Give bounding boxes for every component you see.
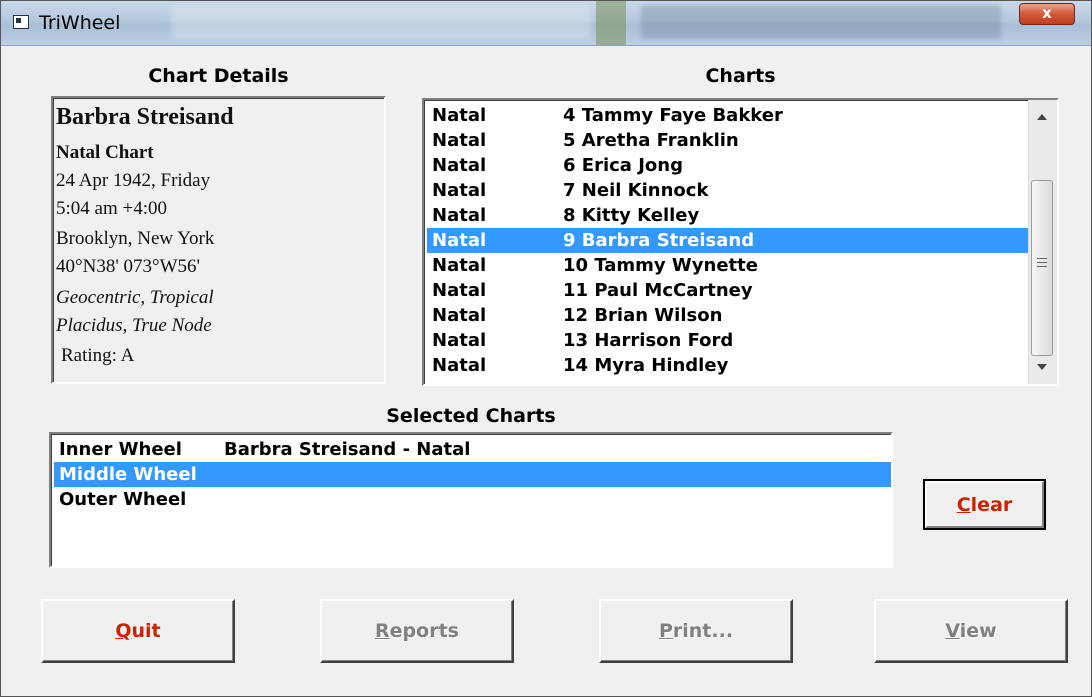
chart-item-type: Natal xyxy=(432,280,487,301)
quit-button[interactable]: Quit xyxy=(41,599,235,663)
title-bar-background-blur xyxy=(171,5,591,39)
close-button[interactable]: x xyxy=(1019,3,1075,25)
chart-item-type: Natal xyxy=(432,330,487,351)
birth-time: 5:04 am +4:00 xyxy=(56,198,167,219)
coordinates: 40°N38' 073°W56' xyxy=(56,256,200,277)
wheel-label: Inner Wheel xyxy=(59,439,182,460)
clear-mnemonic: C xyxy=(956,493,971,516)
triwheel-window: TriWheel x Chart Details Barbra Streisan… xyxy=(0,0,1092,697)
wheel-chart: Barbra Streisand - Natal xyxy=(224,439,471,460)
chart-item-type: Natal xyxy=(432,355,487,376)
chart-item-name: 5 Aretha Franklin xyxy=(563,130,739,151)
clear-button[interactable]: Clear xyxy=(923,479,1046,530)
chart-list-item[interactable]: Natal 9 Barbra Streisand xyxy=(427,228,1030,253)
chart-item-name: 9 Barbra Streisand xyxy=(563,230,755,251)
chart-item-type: Natal xyxy=(432,305,487,326)
window-title: TriWheel xyxy=(39,12,121,34)
chart-item-name: 10 Tammy Wynette xyxy=(563,255,758,276)
house-system: Placidus, True Node xyxy=(56,315,212,336)
reports-label-rest: eports xyxy=(389,620,459,642)
chart-item-name: 7 Neil Kinnock xyxy=(563,180,709,201)
charts-listbox[interactable]: Natal 4 Tammy Faye Bakker Natal 5 Aretha Fr… xyxy=(422,98,1059,386)
chart-details-heading: Chart Details xyxy=(148,65,289,87)
chart-list-item[interactable]: Natal 14 Myra Hindley xyxy=(427,353,1030,378)
chart-item-name: 11 Paul McCartney xyxy=(563,280,753,301)
scroll-grip-line xyxy=(1037,262,1047,263)
charts-heading: Charts xyxy=(705,65,776,87)
chart-item-name: 8 Kitty Kelley xyxy=(563,205,700,226)
print-button-label: Print... xyxy=(601,620,791,642)
clear-button-label: Clear xyxy=(925,494,1044,516)
print-label-rest: rint... xyxy=(672,620,734,642)
reports-button[interactable]: Reports xyxy=(320,599,514,663)
title-bar[interactable]: TriWheel x xyxy=(1,1,1091,46)
chart-item-type: Natal xyxy=(432,230,487,251)
birth-date: 24 Apr 1942, Friday xyxy=(56,170,211,191)
chart-item-type: Natal xyxy=(432,155,487,176)
chart-list-item[interactable]: Natal 11 Paul McCartney xyxy=(427,278,1030,303)
reports-mnemonic: R xyxy=(375,620,390,642)
chart-details-panel: Barbra Streisand Natal Chart 24 Apr 1942… xyxy=(51,96,386,384)
chart-list-item[interactable]: Natal 13 Harrison Ford xyxy=(427,328,1030,353)
scroll-down-arrow-icon[interactable] xyxy=(1037,364,1047,370)
scroll-up-arrow-icon[interactable] xyxy=(1037,114,1047,120)
chart-item-type: Natal xyxy=(432,205,487,226)
title-bar-background-blur xyxy=(641,5,1001,39)
clear-label-rest: lear xyxy=(970,493,1013,516)
birth-place: Brooklyn, New York xyxy=(56,228,215,249)
reports-button-label: Reports xyxy=(322,620,512,642)
chart-item-name: 13 Harrison Ford xyxy=(563,330,734,351)
app-icon xyxy=(13,15,29,29)
chart-item-name: 12 Brian Wilson xyxy=(563,305,723,326)
wheel-label: Middle Wheel xyxy=(59,464,197,485)
quit-button-label: Quit xyxy=(43,620,233,642)
chart-list-item[interactable]: Natal 7 Neil Kinnock xyxy=(427,178,1030,203)
chart-type: Natal Chart xyxy=(56,142,154,163)
chart-list-item[interactable]: Natal 5 Aretha Franklin xyxy=(427,128,1030,153)
view-label-rest: iew xyxy=(959,620,997,642)
chart-list-item[interactable]: Natal 4 Tammy Faye Bakker xyxy=(427,103,1030,128)
print-mnemonic: P xyxy=(658,620,673,642)
view-button[interactable]: View xyxy=(874,599,1068,663)
selected-chart-row[interactable]: Inner Wheel Barbra Streisand - Natal xyxy=(54,437,891,462)
print-button[interactable]: Print... xyxy=(599,599,793,663)
selected-chart-row[interactable]: Outer Wheel xyxy=(54,487,891,512)
view-mnemonic: V xyxy=(945,620,960,642)
chart-item-name: 4 Tammy Faye Bakker xyxy=(563,105,783,126)
subject-name: Barbra Streisand xyxy=(56,104,234,130)
rating: Rating: A xyxy=(61,345,135,366)
zodiac-system: Geocentric, Tropical xyxy=(56,287,214,308)
chart-list-item[interactable]: Natal 6 Erica Jong xyxy=(427,153,1030,178)
title-bar-background-blur xyxy=(596,1,626,45)
chart-item-name: 14 Myra Hindley xyxy=(563,355,729,376)
quit-label-rest: uit xyxy=(131,620,161,642)
scroll-grip-line xyxy=(1037,258,1047,259)
chart-list-item[interactable]: Natal 10 Tammy Wynette xyxy=(427,253,1030,278)
chart-item-type: Natal xyxy=(432,130,487,151)
chart-item-type: Natal xyxy=(432,255,487,276)
selected-chart-row[interactable]: Middle Wheel xyxy=(54,462,891,487)
scroll-thumb[interactable] xyxy=(1031,180,1053,356)
chart-list-item[interactable]: Natal 8 Kitty Kelley xyxy=(427,203,1030,228)
charts-scrollbar[interactable] xyxy=(1028,100,1057,384)
scroll-grip-line xyxy=(1037,266,1047,267)
selected-charts-listbox[interactable]: Inner Wheel Barbra Streisand - Natal Middl… xyxy=(49,432,893,568)
wheel-label: Outer Wheel xyxy=(59,489,187,510)
chart-item-name: 6 Erica Jong xyxy=(563,155,683,176)
chart-item-type: Natal xyxy=(432,180,487,201)
chart-item-type: Natal xyxy=(432,105,487,126)
quit-mnemonic: Q xyxy=(115,620,132,642)
view-button-label: View xyxy=(876,620,1066,642)
chart-list-item[interactable]: Natal 12 Brian Wilson xyxy=(427,303,1030,328)
selected-charts-heading: Selected Charts xyxy=(386,405,556,427)
